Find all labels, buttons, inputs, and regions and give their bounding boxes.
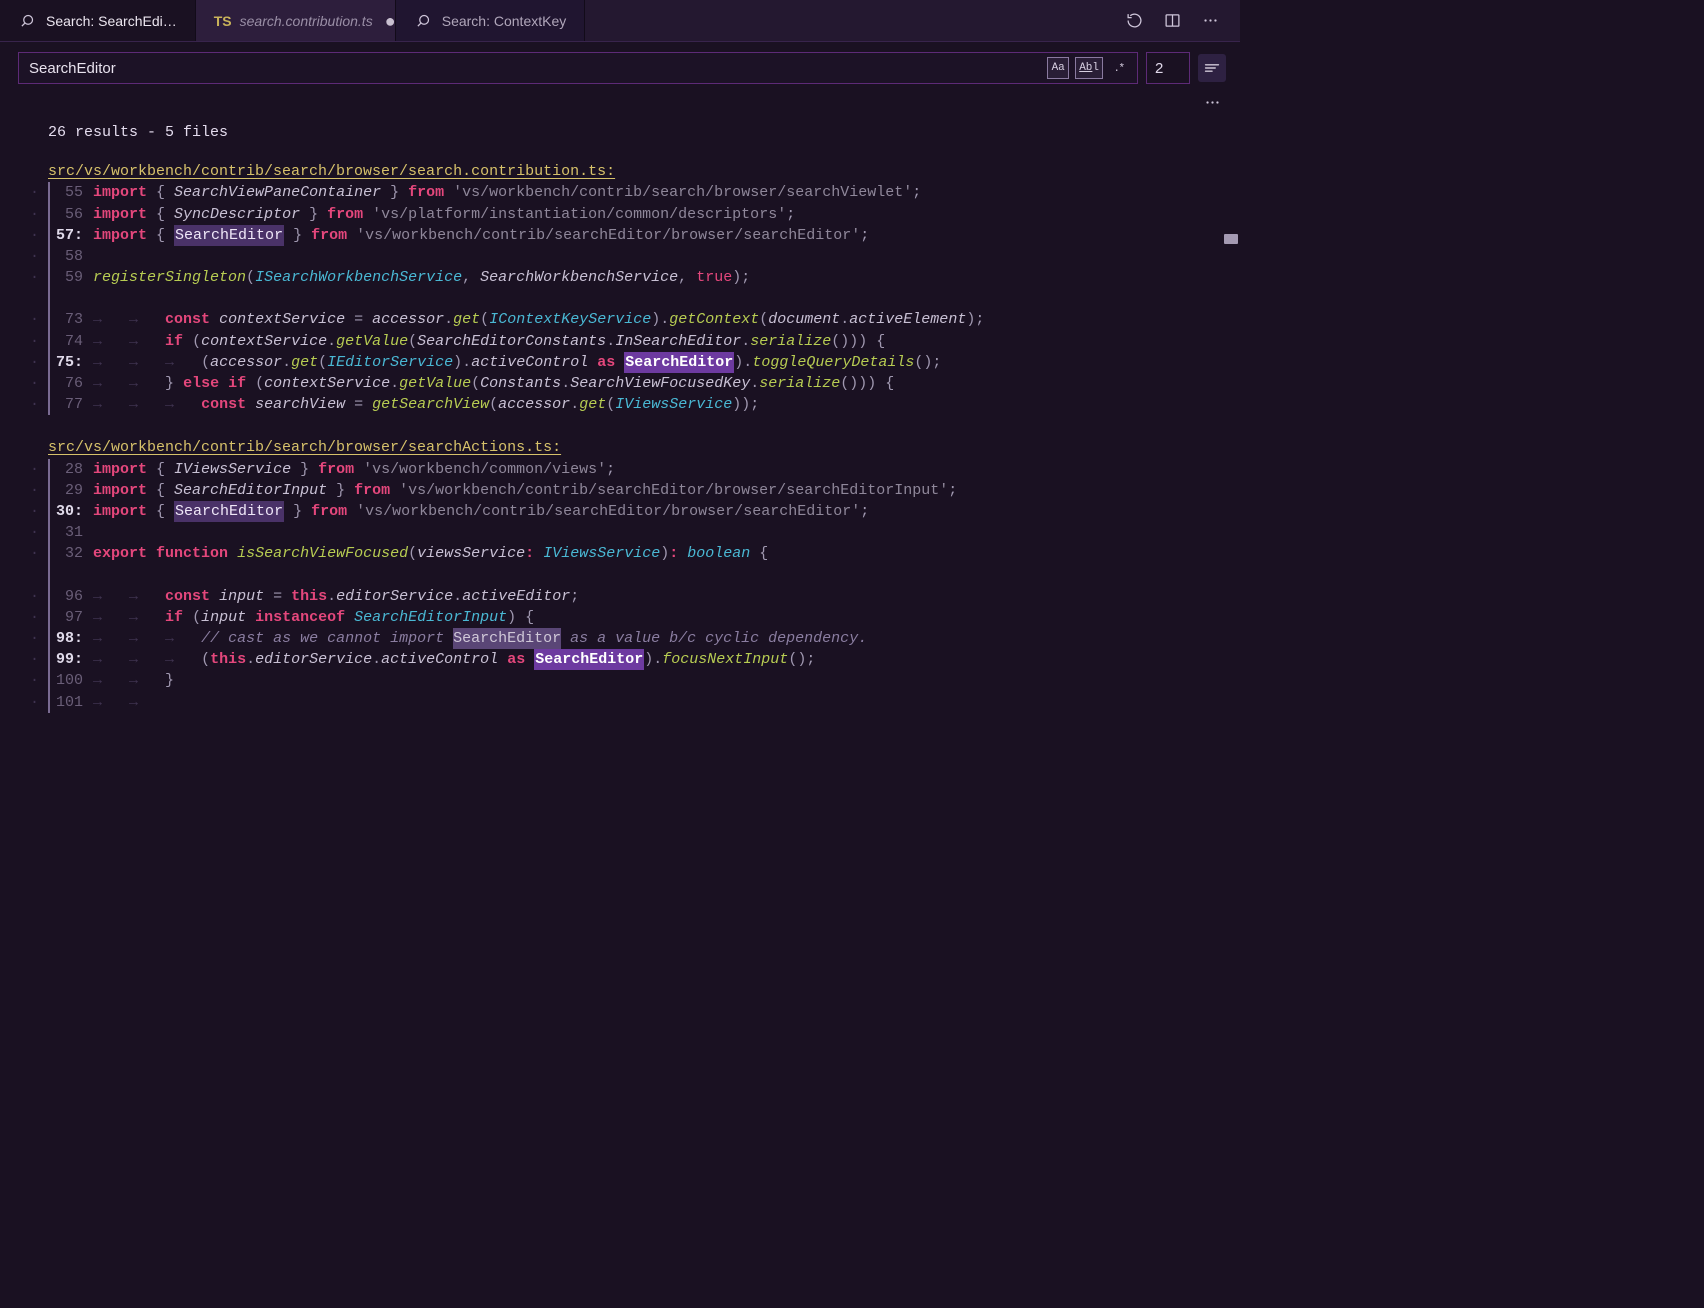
context-lines-input[interactable]: 2 (1146, 52, 1190, 84)
search-query-input[interactable] (29, 60, 1047, 77)
result-line[interactable]: ·77→ → → const searchView = getSearchVie… (0, 394, 1240, 415)
toggle-search-details[interactable] (1198, 54, 1226, 82)
tab-label: Search: ContextKey (442, 13, 567, 29)
tab-search-contextkey[interactable]: Search: ContextKey (396, 0, 586, 41)
tab-ts-file-dirty[interactable]: TS search.contribution.ts ● (196, 0, 396, 41)
search-icon (18, 11, 38, 31)
result-line[interactable]: ·57:import { SearchEditor } from 'vs/wor… (0, 225, 1240, 246)
split-editor-icon[interactable] (1162, 11, 1182, 31)
result-line[interactable]: ·32export function isSearchViewFocused(v… (0, 543, 1240, 564)
whole-word-toggle[interactable]: Abl (1075, 57, 1103, 79)
result-line[interactable]: ·97→ → if (input instanceof SearchEditor… (0, 607, 1240, 628)
results-summary: 26 results - 5 files (0, 122, 1240, 143)
result-line[interactable]: ·74→ → if (contextService.getValue(Searc… (0, 331, 1240, 352)
result-file-heading[interactable]: src/vs/workbench/contrib/search/browser/… (0, 437, 1240, 458)
rerun-search-icon[interactable] (1124, 11, 1144, 31)
editor-tabs: Search: SearchEdi… TS search.contributio… (0, 0, 1240, 42)
result-line[interactable]: ·73→ → const contextService = accessor.g… (0, 309, 1240, 330)
search-icon (414, 11, 434, 31)
result-line[interactable]: ·58 (0, 246, 1240, 267)
result-line[interactable]: ·30:import { SearchEditor } from 'vs/wor… (0, 501, 1240, 522)
tab-label: Search: SearchEdi… (46, 13, 177, 29)
result-line[interactable]: ·59registerSingleton(ISearchWorkbenchSer… (0, 267, 1240, 288)
search-header: Aa Abl ․* 2 (0, 42, 1240, 92)
search-results-editor[interactable]: 26 results - 5 files src/vs/workbench/co… (0, 114, 1240, 952)
context-lines-value: 2 (1155, 60, 1163, 77)
result-line[interactable]: ·56import { SyncDescriptor } from 'vs/pl… (0, 204, 1240, 225)
dirty-indicator-icon: ● (385, 12, 396, 30)
result-group-bar (48, 182, 50, 415)
regex-toggle[interactable]: ․* (1109, 57, 1131, 79)
result-line[interactable]: ·100→ → } (0, 670, 1240, 691)
result-line[interactable]: ·28import { IViewsService } from 'vs/wor… (0, 459, 1240, 480)
result-file-heading[interactable]: src/vs/workbench/contrib/search/browser/… (0, 161, 1240, 182)
result-line[interactable]: ·75:→ → → (accessor.get(IEditorService).… (0, 352, 1240, 373)
more-search-actions-icon[interactable] (1202, 92, 1222, 112)
result-line[interactable]: ·29import { SearchEditorInput } from 'vs… (0, 480, 1240, 501)
ts-badge-icon: TS (214, 13, 232, 29)
result-line[interactable]: ·96→ → const input = this.editorService.… (0, 586, 1240, 607)
tab-search-editor-active[interactable]: Search: SearchEdi… (0, 0, 196, 41)
result-line[interactable]: ·55import { SearchViewPaneContainer } fr… (0, 182, 1240, 203)
more-actions-icon[interactable] (1200, 11, 1220, 31)
result-line[interactable]: ·99:→ → → (this.editorService.activeCont… (0, 649, 1240, 670)
result-line[interactable]: ·31 (0, 522, 1240, 543)
result-line[interactable]: ·101→ → (0, 692, 1240, 713)
tab-label: search.contribution.ts (240, 13, 373, 29)
match-case-toggle[interactable]: Aa (1047, 57, 1069, 79)
result-line[interactable]: ·76→ → } else if (contextService.getValu… (0, 373, 1240, 394)
search-input-container: Aa Abl ․* (18, 52, 1138, 84)
result-group-bar (48, 459, 50, 713)
result-line[interactable]: ·98:→ → → // cast as we cannot import Se… (0, 628, 1240, 649)
